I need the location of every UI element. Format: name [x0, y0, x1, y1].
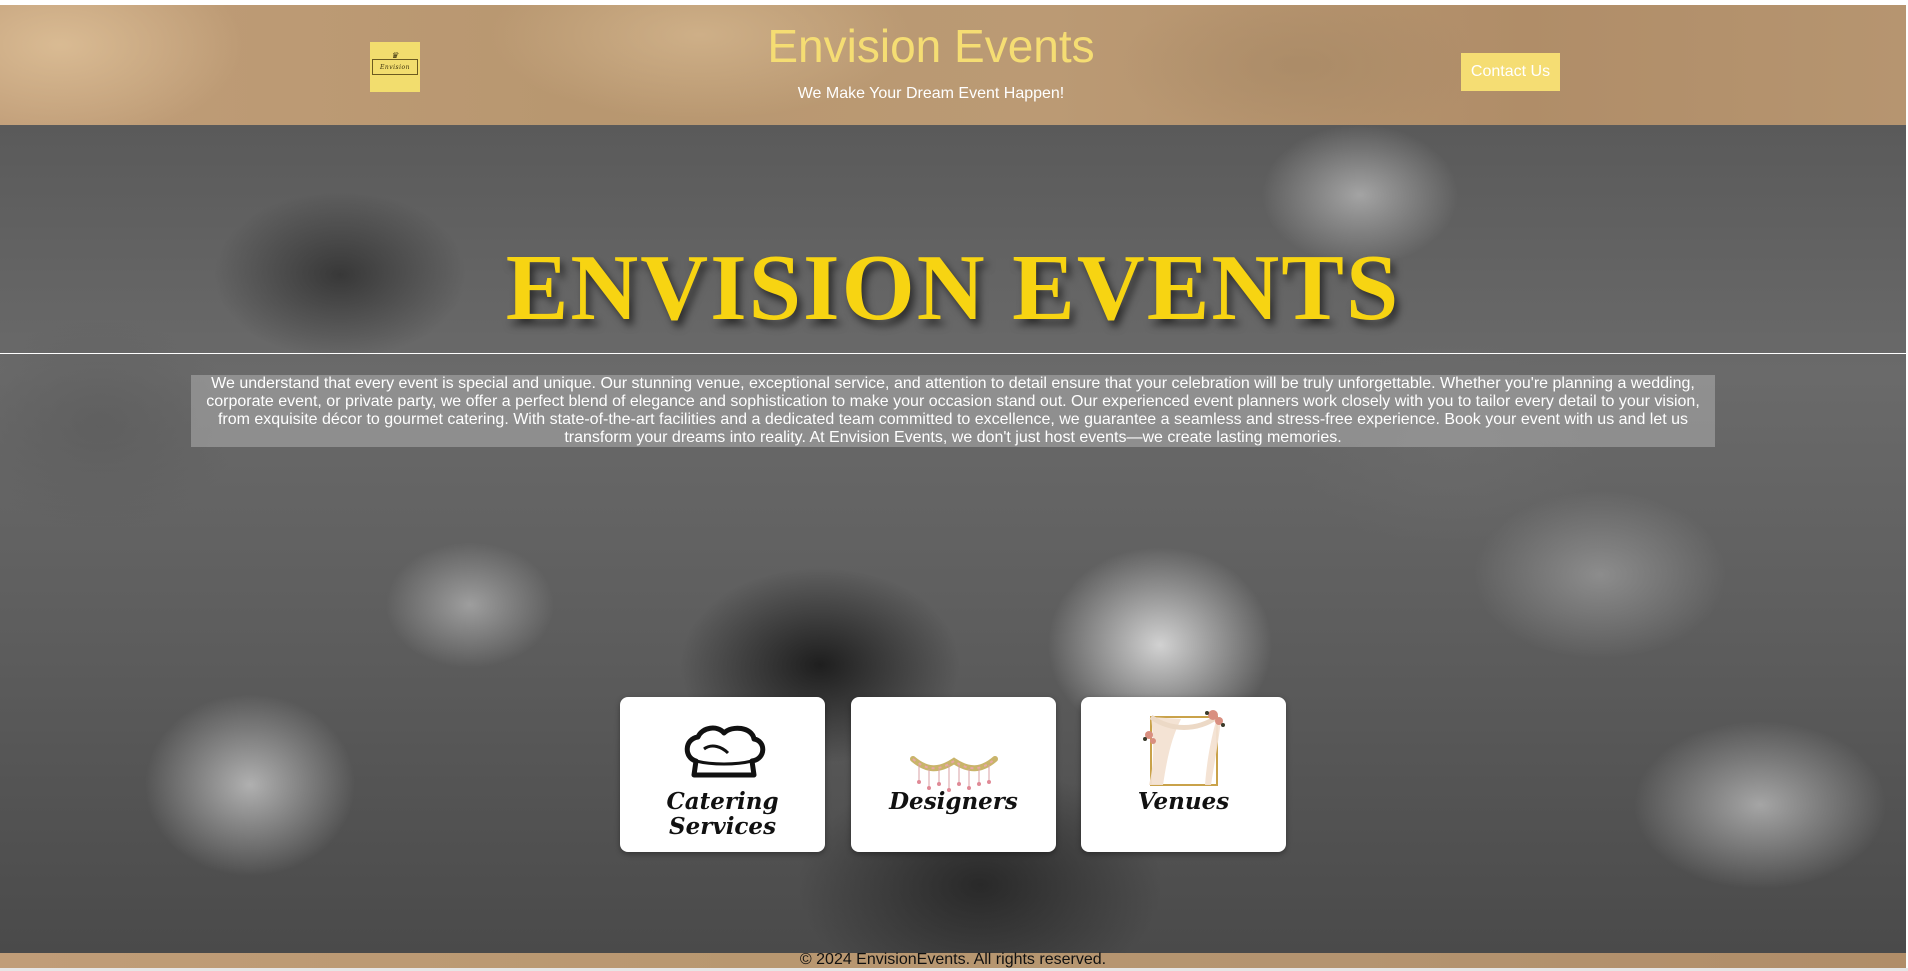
hero-section: ENVISION EVENTS We understand that every… [0, 125, 1906, 953]
hero-title: ENVISION EVENTS [505, 236, 1401, 340]
card-label-text: Catering Services [666, 788, 779, 840]
card-label: Designers [889, 788, 1018, 815]
card-catering-services[interactable]: Catering Services [620, 697, 825, 852]
floral-arch-icon [1143, 710, 1225, 786]
chef-hat-icon [684, 725, 766, 778]
card-label: Venues [1137, 788, 1230, 815]
copyright-text: © 2024 EnvisionEvents. All rights reserv… [799, 951, 1107, 968]
hero-description: We understand that every event is specia… [191, 375, 1715, 447]
site-title: Envision Events [767, 20, 1095, 72]
garland-icon [910, 756, 998, 792]
site-header: ♛ Envision Envision Events We Make Your … [0, 5, 1906, 125]
card-venues[interactable]: Venues [1081, 697, 1286, 852]
card-label: Catering Services [620, 789, 825, 839]
divider [0, 353, 1906, 354]
page: ♛ Envision Envision Events We Make Your … [0, 0, 1908, 971]
card-designers[interactable]: Designers [851, 697, 1056, 852]
contact-us-button[interactable]: Contact Us [1461, 53, 1560, 91]
tagline: We Make Your Dream Event Happen! [797, 85, 1065, 102]
site-footer: © 2024 EnvisionEvents. All rights reserv… [0, 951, 1906, 968]
